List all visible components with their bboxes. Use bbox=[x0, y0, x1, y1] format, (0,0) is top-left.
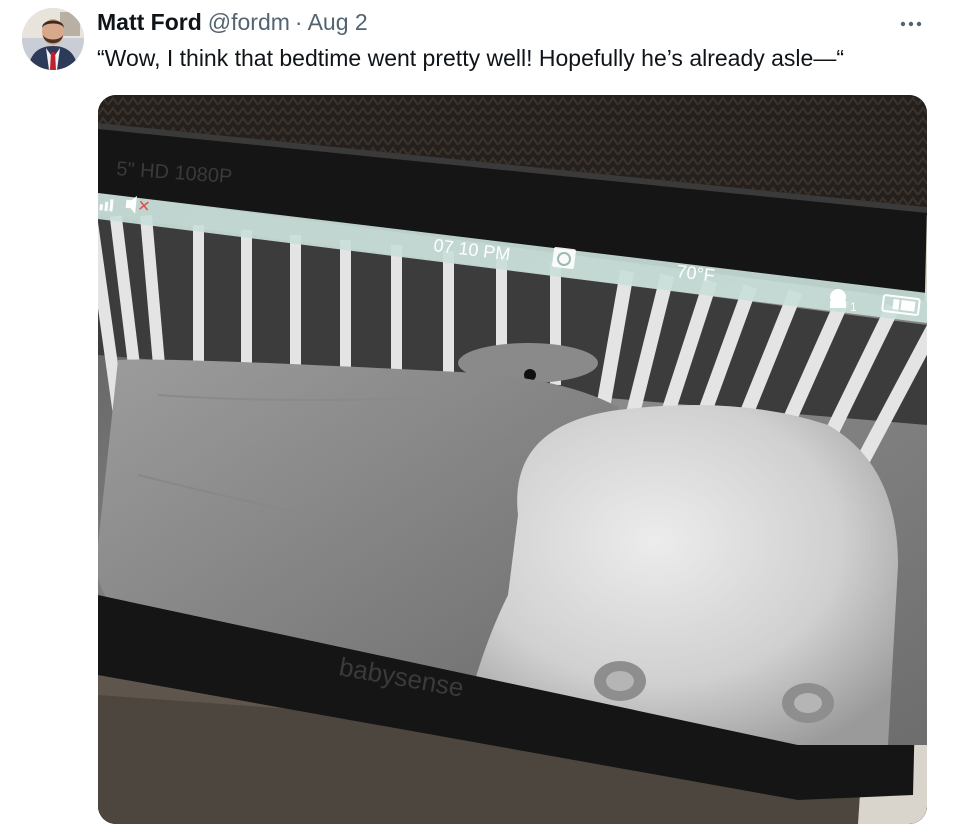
tweet-photo[interactable]: 5" HD 1080P 07 10 PM 70°F 1 babysense bbox=[98, 95, 927, 824]
tweet-header: Matt Ford @fordm · Aug 2 bbox=[97, 8, 368, 36]
header-separator: · bbox=[294, 8, 303, 35]
tweet-text: “Wow, I think that bedtime went pretty w… bbox=[97, 45, 844, 71]
rotate-icon bbox=[552, 246, 576, 270]
avatar-icon bbox=[22, 8, 84, 70]
author-display-name[interactable]: Matt Ford bbox=[97, 9, 202, 36]
camera-icon bbox=[830, 289, 846, 308]
camera-number: 1 bbox=[850, 300, 857, 314]
baby-monitor-photo: 5" HD 1080P 07 10 PM 70°F 1 babysense bbox=[98, 95, 927, 824]
tweet-date[interactable]: Aug 2 bbox=[308, 9, 368, 36]
more-dots-icon bbox=[900, 21, 922, 27]
tweet: Matt Ford @fordm · Aug 2 “Wow, I think t… bbox=[0, 0, 962, 824]
author-handle[interactable]: @fordm bbox=[208, 9, 290, 36]
more-options-button[interactable] bbox=[893, 10, 929, 38]
author-avatar[interactable] bbox=[22, 8, 84, 70]
